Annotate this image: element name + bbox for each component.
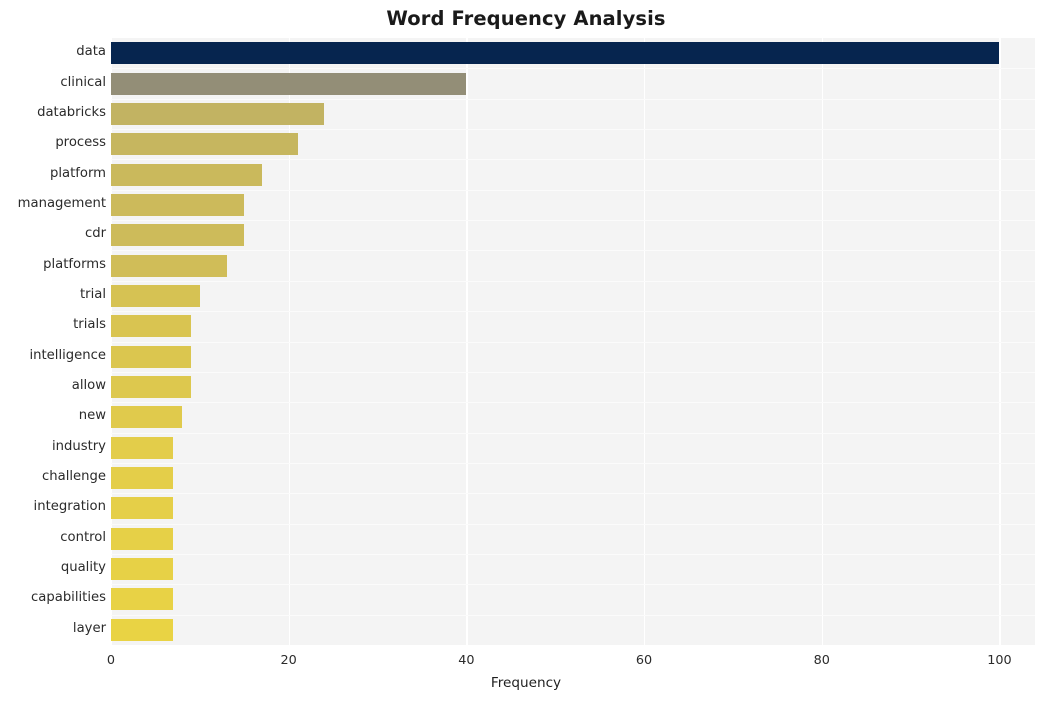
x-axis-title: Frequency [490,675,562,691]
y-tick-label-data: data [76,44,106,60]
gridline-y [111,280,1035,282]
y-tick-label-platforms: platforms [43,256,106,272]
gridline-y [111,432,1035,434]
bar-new[interactable] [111,406,183,429]
y-tick-label-industry: industry [51,438,106,454]
page-title: Word Frequency Analysis [386,7,666,30]
bar-management[interactable] [111,193,245,216]
y-tick-label-integration: integration [33,499,106,515]
y-tick-label-platform: platform [49,165,106,181]
bar-intelligence[interactable] [111,345,191,368]
y-tick-label-clinical: clinical [60,74,106,90]
bar-allow[interactable] [111,376,191,399]
x-tick-label-40: 40 [458,653,475,668]
bar-platform[interactable] [111,163,263,186]
bar-platforms[interactable] [111,254,227,277]
gridline-y [111,462,1035,464]
gridline-y [111,371,1035,373]
gridline-y [111,68,1035,70]
gridline-y [111,129,1035,131]
bar-control[interactable] [111,527,174,550]
gridline-y [111,402,1035,404]
y-tick-label-challenge: challenge [42,469,106,485]
x-tick-label-80: 80 [813,653,830,668]
gridline-y [111,159,1035,161]
x-tick-label-0: 0 [106,653,116,668]
y-tick-label-management: management [17,195,106,211]
y-tick-label-process: process [55,135,106,151]
bar-industry[interactable] [111,436,174,459]
gridline-y [111,614,1035,616]
y-tick-label-new: new [78,408,106,424]
chart-figure: Word Frequency Analysis data clinical data… [0,0,1052,701]
y-tick-label-quality: quality [60,560,106,576]
bar-cdr[interactable] [111,224,245,247]
bar-data[interactable] [111,42,1000,65]
y-tick-label-cdr: cdr [84,226,106,242]
bar-clinical[interactable] [111,72,467,95]
bar-trial[interactable] [111,284,200,307]
y-tick-label-capabilities: capabilities [31,590,106,606]
gridline-y [111,584,1035,586]
gridline-y [111,220,1035,222]
gridline-y [111,250,1035,252]
gridline-y [111,493,1035,495]
x-tick-label-100: 100 [987,653,1012,668]
x-axis-tick-labels: 0 20 40 60 80 100 [0,645,1052,675]
bar-integration[interactable] [111,497,174,520]
bar-process[interactable] [111,133,298,156]
gridline-y [111,523,1035,525]
y-tick-label-intelligence: intelligence [29,347,106,363]
y-axis-tick-labels: data clinical databricks process platform man… [0,38,106,645]
plot-area [111,38,1035,645]
gridline-y [111,553,1035,555]
bar-capabilities[interactable] [111,588,174,611]
gridline-y [111,341,1035,343]
bar-databricks[interactable] [111,102,325,125]
gridline-y [111,311,1035,313]
y-tick-label-layer: layer [72,620,106,636]
y-tick-label-trial: trial [79,286,106,302]
bar-quality[interactable] [111,558,174,581]
gridline-y [111,189,1035,191]
y-tick-label-control: control [60,529,106,545]
bar-trials[interactable] [111,315,191,338]
y-tick-label-databricks: databricks [37,104,106,120]
bar-challenge[interactable] [111,467,174,490]
bar-layer[interactable] [111,618,174,641]
x-tick-label-20: 20 [280,653,297,668]
y-tick-label-trials: trials [73,317,106,333]
y-tick-label-allow: allow [71,378,106,394]
x-tick-label-60: 60 [635,653,653,668]
gridline-y [111,98,1035,100]
